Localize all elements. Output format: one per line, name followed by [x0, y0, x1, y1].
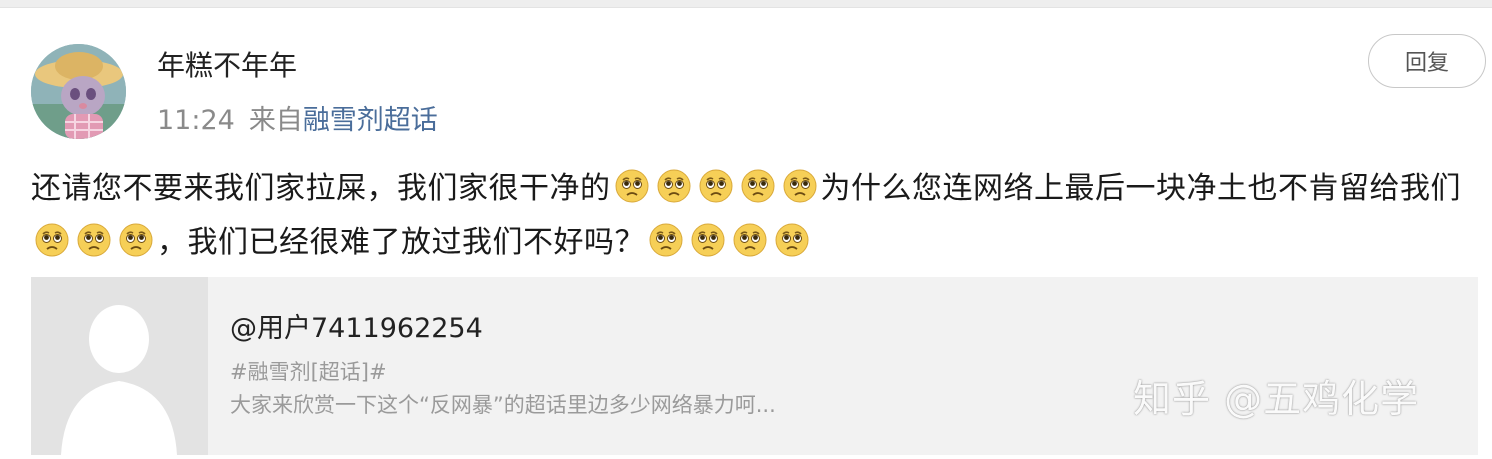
- watermark: 知乎 @五鸡化学: [1133, 377, 1420, 421]
- repost-card[interactable]: @用户7411962254 #融雪剂[超话]# 大家来欣赏一下这个“反网暴”的超…: [31, 277, 1478, 455]
- card-thumbnail: [31, 277, 208, 455]
- content-part-1: 还请您不要来我们家拉屎，我们家很干净的: [31, 171, 611, 206]
- source-prefix: 来自: [248, 105, 303, 136]
- card-description: 大家来欣赏一下这个“反网暴”的超话里边多少网络暴力呵...: [230, 393, 776, 417]
- post-time: 11:24: [157, 105, 235, 136]
- cartoon-rabbit-avatar-icon: [31, 44, 126, 139]
- post-content: 还请您不要来我们家拉屎，我们家很干净的 为什么您连网络上最后一块净土也不肯留给我们…: [31, 164, 1471, 272]
- pitiful-face-emoji-icon: [657, 169, 691, 218]
- top-separator: [0, 0, 1492, 8]
- pitiful-face-emoji-icon: [775, 223, 809, 272]
- avatar[interactable]: [31, 44, 126, 139]
- pitiful-face-emoji-icon: [741, 169, 775, 218]
- pitiful-face-emoji-icon: [77, 223, 111, 272]
- card-topic-tag[interactable]: #融雪剂[超话]#: [230, 357, 387, 387]
- pitiful-face-emoji-icon: [699, 169, 733, 218]
- pitiful-face-emoji-icon: [119, 223, 153, 272]
- reply-button[interactable]: 回复: [1368, 34, 1486, 88]
- post-meta: 11:24 来自融雪剂超话: [157, 101, 438, 141]
- pitiful-face-emoji-icon: [691, 223, 725, 272]
- content-part-2: 为什么您连网络上最后一块净土也不肯留给我们: [820, 171, 1461, 206]
- content-part-3: ，我们已经很难了放过我们不好吗？: [157, 225, 645, 260]
- source-link[interactable]: 融雪剂超话: [303, 105, 438, 136]
- pitiful-face-emoji-icon: [35, 223, 69, 272]
- pitiful-face-emoji-icon: [649, 223, 683, 272]
- pitiful-face-emoji-icon: [615, 169, 649, 218]
- username[interactable]: 年糕不年年: [157, 46, 297, 86]
- pitiful-face-emoji-icon: [783, 169, 817, 218]
- pitiful-face-emoji-icon: [733, 223, 767, 272]
- default-user-silhouette-icon: [31, 277, 208, 455]
- card-title[interactable]: @用户7411962254: [230, 309, 483, 349]
